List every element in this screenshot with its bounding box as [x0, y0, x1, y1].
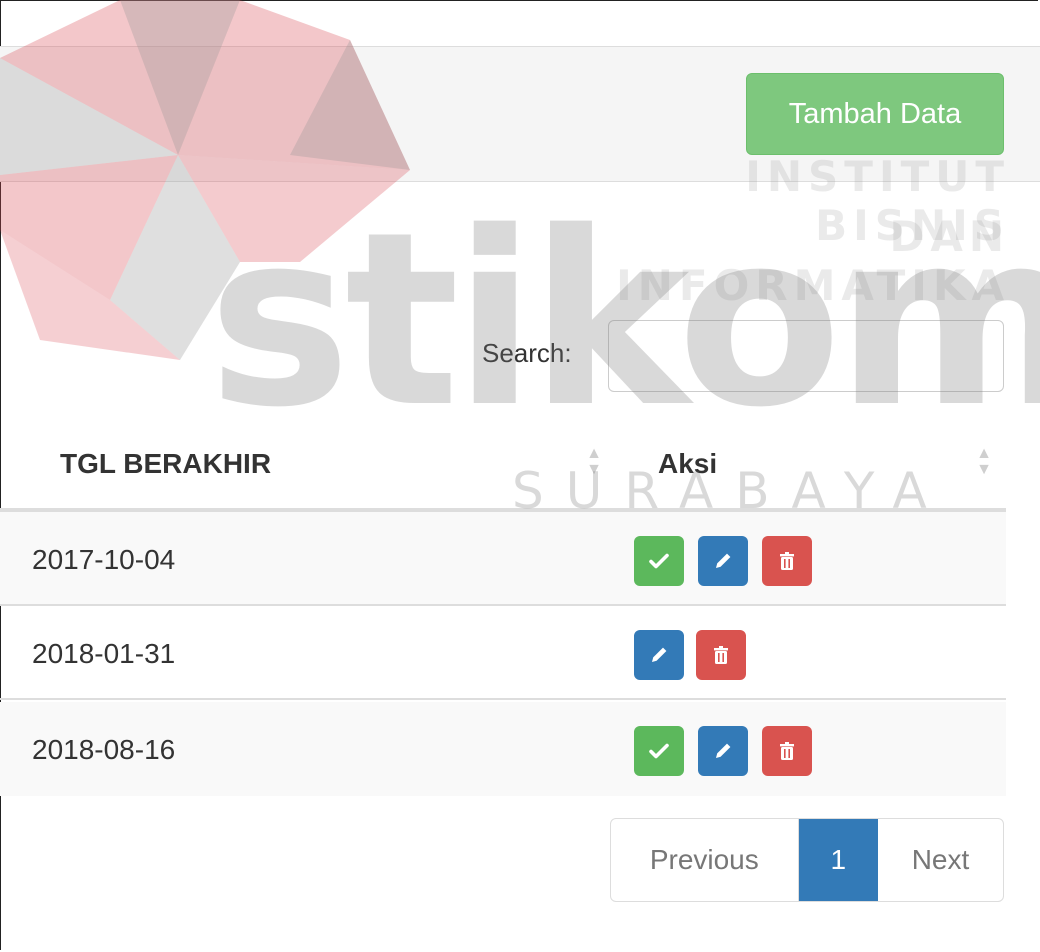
search-input[interactable] [608, 320, 1004, 392]
sort-icon[interactable]: ▲ ▼ [586, 446, 602, 478]
date-cell: 2018-01-31 [32, 638, 176, 669]
pencil-icon [652, 647, 667, 662]
pencil-icon [716, 553, 731, 568]
row-divider [0, 698, 1006, 700]
approve-button[interactable] [634, 726, 684, 776]
delete-button[interactable] [762, 726, 812, 776]
date-cell: 2018-08-16 [32, 734, 176, 765]
table-row: 2018-08-16 [0, 702, 1006, 796]
edit-button[interactable] [698, 726, 748, 776]
trash-icon [780, 742, 794, 760]
trash-icon [714, 646, 728, 664]
date-cell: 2017-10-04 [32, 544, 176, 575]
pagination: Previous 1 Next [610, 818, 1004, 902]
table-row: 2018-01-31 [0, 606, 1006, 700]
delete-button[interactable] [762, 536, 812, 586]
previous-page-button[interactable]: Previous [611, 819, 799, 901]
trash-icon [780, 552, 794, 570]
sort-icon[interactable]: ▲ ▼ [976, 446, 992, 478]
table-row: 2017-10-04 [0, 512, 1006, 606]
check-icon [649, 553, 669, 569]
column-header-tgl-berakhir[interactable]: TGL BERAKHIR [60, 448, 271, 480]
edit-button[interactable] [698, 536, 748, 586]
delete-button[interactable] [696, 630, 746, 680]
approve-button[interactable] [634, 536, 684, 586]
add-data-button[interactable]: Tambah Data [746, 73, 1004, 155]
check-icon [649, 743, 669, 759]
edit-button[interactable] [634, 630, 684, 680]
search-label: Search: [482, 338, 572, 368]
next-page-button[interactable]: Next [878, 819, 1003, 901]
page-1-button[interactable]: 1 [798, 819, 878, 901]
pencil-icon [716, 743, 731, 758]
column-header-aksi[interactable]: Aksi [658, 448, 717, 480]
